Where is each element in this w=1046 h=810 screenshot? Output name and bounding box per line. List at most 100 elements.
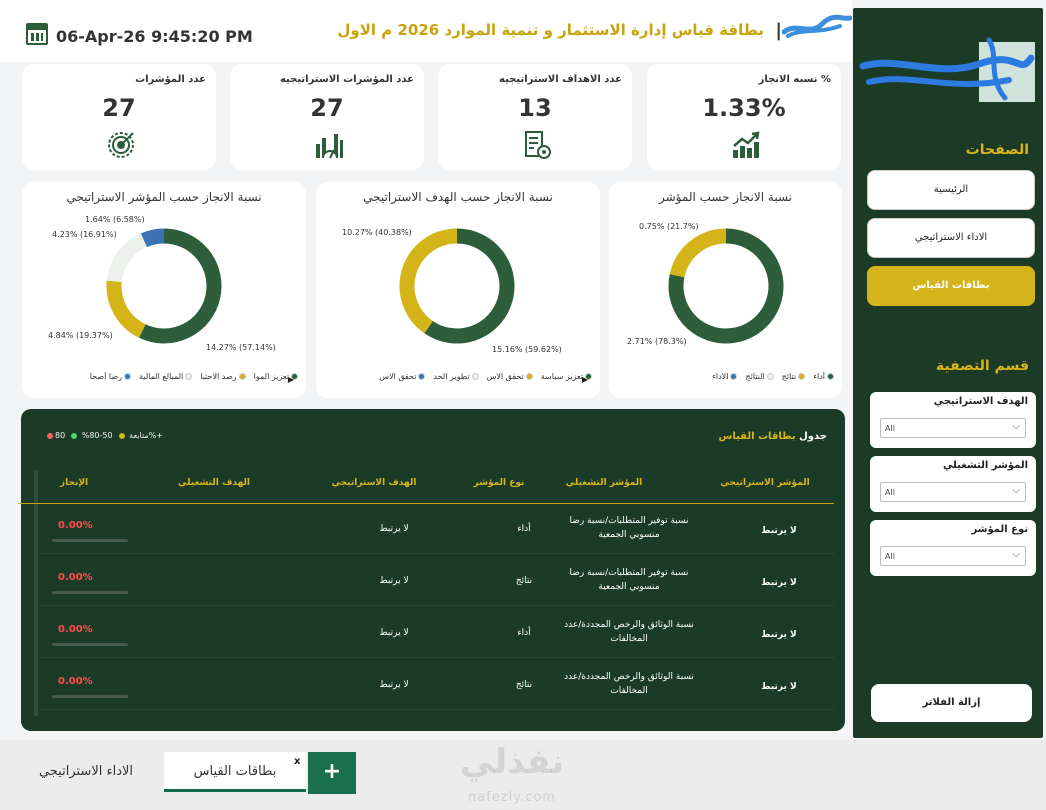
table-row[interactable]: لا يرتبط نسبة توفير المتطلبات/نسبة رضا م… (40, 556, 834, 606)
title-separator: | (775, 20, 782, 41)
donut-slice-0[interactable] (424, 228, 515, 344)
slice-label: 15.16% (59.62%) (492, 345, 562, 354)
kpi-label: عدد المؤشرات (135, 74, 206, 85)
legend-item[interactable]: أداء (813, 372, 834, 381)
cell-strategic: لا يرتبط (761, 578, 797, 588)
legend-dot-icon (471, 373, 479, 380)
growth-chart-icon (733, 131, 760, 158)
legend-label: تعزيز سياسة (540, 372, 583, 381)
cell-achievement: 0.00% (58, 520, 93, 531)
target-icon (108, 132, 134, 158)
filter-dropdown[interactable]: All ⌵ (880, 546, 1026, 566)
legend-item[interactable]: رضا أصحا (89, 372, 132, 381)
legend-label: تحقق الاس (379, 372, 417, 381)
kpi-value: 27 (310, 94, 344, 122)
legend-dot-icon (827, 373, 834, 380)
legend-item[interactable]: تحقق الاس (487, 372, 533, 381)
column-header[interactable]: الهدف الاستراتيجي (314, 478, 434, 488)
legend-dot-icon (185, 373, 193, 380)
chart-legend: تعزيز سياسة تحقق الاس تطوير الحد تحقق الاس (326, 372, 592, 384)
kpi-value: 27 (102, 94, 136, 122)
legend-item[interactable]: رصد الاحتيا (200, 372, 246, 381)
legend-dot-icon (798, 373, 806, 380)
chart-title: نسبة الانجاز حسب المؤشر الاستراتيجي (66, 190, 262, 204)
legend-item[interactable]: الاداء (712, 372, 738, 381)
legend-item[interactable]: تحقق الاس (379, 372, 426, 381)
legend-scroll-arrow-icon[interactable]: ▶ (288, 375, 294, 384)
column-header[interactable]: نوع المؤشر (464, 478, 534, 488)
legend-label: نتائج (781, 372, 797, 381)
donut-chart (399, 228, 515, 344)
column-header[interactable]: الهدف التشغيلي (154, 478, 274, 488)
filter-operational-indicator: المؤشر التشغيلي All ⌵ (870, 456, 1036, 512)
achievement-bar (52, 695, 128, 698)
legend-label: متابعة (129, 431, 149, 440)
cell-achievement: 0.00% (58, 572, 93, 583)
legend-label: تحقق الاس (486, 372, 524, 381)
cell-achievement: 0.00% (58, 624, 93, 635)
legend-dot-icon (766, 373, 774, 380)
legend-label: المبالغ المالية (139, 372, 184, 381)
filter-value: All (885, 424, 895, 433)
kpi-label: عدد المؤشرات الاستراتيجيه (279, 74, 414, 85)
slice-label: 4.84% (19.37%) (48, 331, 113, 340)
column-header[interactable]: المؤشر الاستراتيجي (710, 478, 820, 488)
filter-dropdown[interactable]: All ⌵ (880, 418, 1026, 438)
chevron-down-icon: ⌵ (1012, 485, 1020, 496)
watermark: نفذلي (460, 742, 565, 782)
legend-item[interactable]: تطوير الحد (433, 372, 479, 381)
kpi-card-completion: % نسبه الانجاز 1.33% (647, 64, 841, 170)
cell-type: أداء (517, 524, 531, 534)
table-scrollbar[interactable] (34, 470, 38, 716)
kpi-value: 13 (518, 94, 552, 122)
chevron-down-icon: ⌵ (1012, 421, 1020, 432)
nav-button-measurement-cards[interactable]: بطاقات القياس (867, 266, 1035, 306)
donut-slice-3[interactable] (140, 228, 165, 248)
legend-label: رضا أصحا (89, 372, 123, 381)
close-tab-icon[interactable]: x (294, 756, 300, 767)
cell-operational: نسبة الوثائق والرخص المجددة/عدد المخالفا… (564, 620, 694, 644)
legend-item[interactable]: نتائج (781, 372, 806, 381)
cell-strategic: لا يرتبط (761, 682, 797, 692)
filter-label: نوع المؤشر (971, 524, 1028, 535)
donut-slice-0[interactable] (139, 228, 222, 344)
watermark-url: nafezly.com (468, 790, 556, 805)
donut-slice-1[interactable] (399, 228, 458, 334)
cell-goal: لا يرتبط (379, 576, 409, 586)
nav-button-home[interactable]: الرئيسية (867, 170, 1035, 210)
table-title: جدول بطاقات القياس (719, 431, 827, 442)
kpi-value: 1.33% (702, 94, 786, 122)
cell-operational: نسبة الوثائق والرخص المجددة/عدد المخالفا… (564, 672, 694, 696)
sidebar: الصفحات الرئيسية الاداء الاستراتيجي بطاق… (853, 8, 1043, 738)
table-row[interactable]: لا يرتبط نسبة الوثائق والرخص المجددة/عدد… (40, 608, 834, 658)
add-tab-button[interactable]: + (308, 752, 356, 794)
donut-slice-2[interactable] (106, 233, 148, 283)
cell-operational: نسبة توفير المتطلبات/نسبة رضا منسوبي الج… (569, 568, 689, 592)
achievement-bar (52, 643, 128, 646)
legend-dot-icon (124, 373, 132, 380)
table-row[interactable]: لا يرتبط نسبة الوثائق والرخص المجددة/عدد… (40, 660, 834, 710)
donut-chart (668, 228, 784, 344)
legend-item[interactable]: المبالغ المالية (139, 372, 193, 381)
filter-dropdown[interactable]: All ⌵ (880, 482, 1026, 502)
legend-label: الاداء (712, 372, 729, 381)
clear-filters-button[interactable]: إزالة الفلاتر (871, 684, 1032, 722)
filter-value: All (885, 552, 895, 561)
table-legend: متابعة 50-80% 80%+ (41, 431, 163, 440)
achievement-bar (52, 539, 128, 542)
column-header[interactable]: المؤشر التشغيلي (544, 478, 664, 488)
filter-label: المؤشر التشغيلي (942, 460, 1028, 471)
legend-dot-icon (525, 373, 533, 380)
filter-indicator-type: نوع المؤشر All ⌵ (870, 520, 1036, 576)
slice-label: 0.75% (21.7%) (639, 222, 699, 231)
table-title-prefix: جدول (799, 431, 827, 442)
donut-slice-1[interactable] (669, 228, 727, 278)
tab-strategic-performance[interactable]: الاداء الاستراتيجي (8, 752, 164, 792)
legend-scroll-arrow-icon[interactable]: ▶ (582, 375, 588, 384)
tab-measurement-cards[interactable]: بطاقات القياس (164, 752, 306, 792)
table-row[interactable]: لا يرتبط نسبة توفير المتطلبات/نسبة رضا م… (40, 504, 834, 554)
column-header[interactable]: الإنجاز (44, 478, 104, 488)
legend-item[interactable]: النتائج (745, 372, 774, 381)
donut-slice-1[interactable] (106, 280, 146, 338)
nav-button-strategic-performance[interactable]: الاداء الاستراتيجي (867, 218, 1035, 258)
